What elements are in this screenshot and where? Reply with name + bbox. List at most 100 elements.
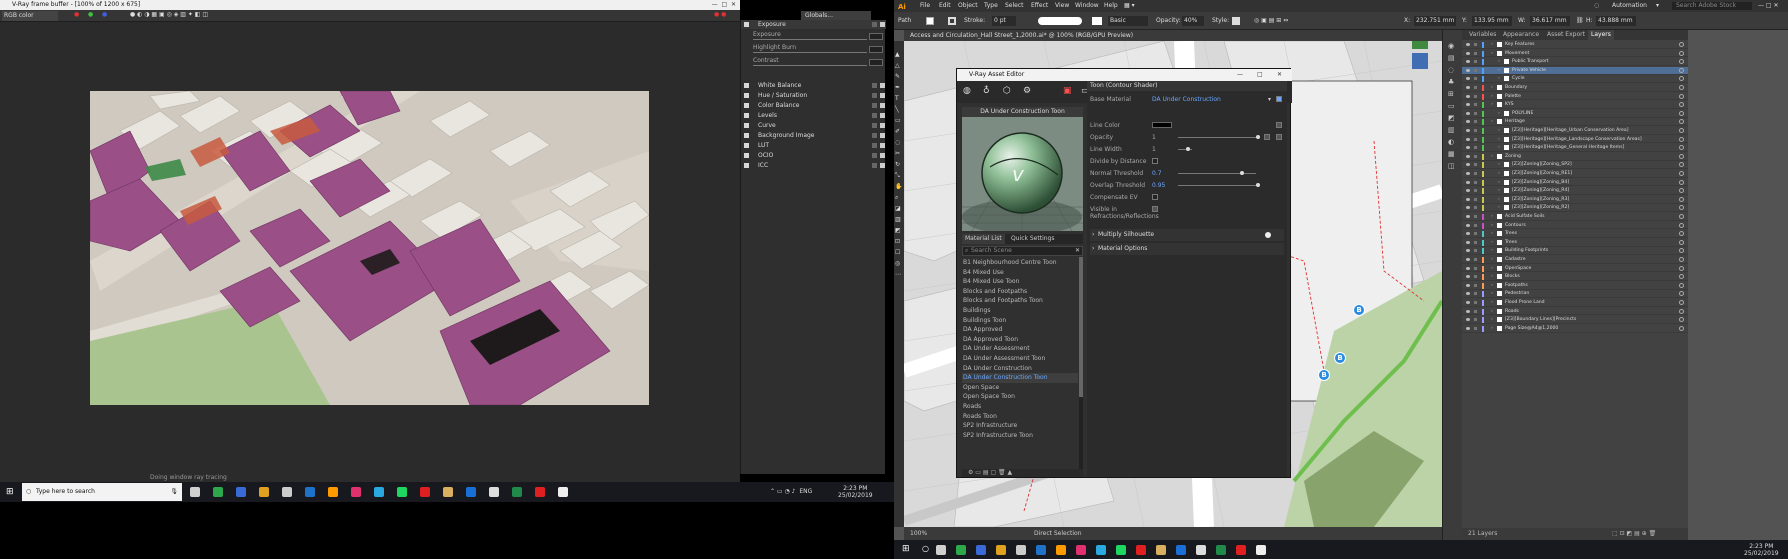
material-list-scrollbar[interactable]	[1079, 257, 1083, 469]
excel-icon[interactable]	[512, 487, 522, 497]
layer-row[interactable]: › Blocks	[1462, 273, 1688, 281]
adobe-stock-search-input[interactable]: Search Adobe Stock	[1672, 2, 1752, 10]
acrobat-icon[interactable]	[1136, 545, 1146, 555]
lock-icon[interactable]	[1474, 172, 1477, 175]
texture-slot-icon[interactable]	[1276, 122, 1282, 128]
visibility-eye-icon[interactable]	[1466, 68, 1470, 72]
taskbar-clock[interactable]: 2:23 PM 25/02/2019	[838, 485, 873, 499]
material-link-icon[interactable]	[1276, 96, 1282, 102]
visibility-eye-icon[interactable]	[1466, 240, 1470, 244]
chevron-right-icon[interactable]: ›	[1498, 144, 1500, 152]
chevron-right-icon[interactable]: ›	[1491, 93, 1493, 101]
lock-icon[interactable]	[1474, 292, 1477, 296]
material-list-item[interactable]: DA Under Construction	[962, 364, 1078, 374]
visibility-eye-icon[interactable]	[1466, 309, 1470, 313]
lock-icon[interactable]	[1474, 326, 1477, 330]
layer-row[interactable]: Color Balance	[741, 101, 886, 110]
chevron-right-icon[interactable]: ›	[1498, 58, 1500, 66]
visibility-eye-icon[interactable]	[1466, 86, 1470, 89]
lock-icon[interactable]	[1474, 232, 1477, 236]
close-tab-icon[interactable]: ✕	[1078, 30, 1083, 41]
layer-row[interactable]: › Private Vehicle	[1462, 66, 1688, 75]
layer-row[interactable]: › Cadastre	[1462, 256, 1688, 264]
lock-icon[interactable]	[1474, 249, 1477, 253]
layer-row[interactable]: › Acid Sulfate Soils	[1462, 213, 1688, 221]
vray-icon[interactable]	[282, 487, 292, 497]
layer-row[interactable]: White Balance	[741, 81, 886, 90]
language-indicator[interactable]: ENG	[799, 488, 812, 495]
bus-stop-marker[interactable]: B	[1334, 352, 1346, 364]
maximize-icon[interactable]: □	[1257, 69, 1263, 81]
lock-icon[interactable]	[1474, 180, 1477, 184]
visibility-eye-icon[interactable]	[1466, 223, 1470, 227]
illustrator-icon[interactable]	[328, 487, 338, 497]
layer-option-icon[interactable]	[872, 83, 877, 88]
layer-row[interactable]: › Pedestrian	[1462, 290, 1688, 299]
visibility-eye-icon[interactable]	[1466, 111, 1470, 115]
visibility-eye-icon[interactable]	[1466, 77, 1470, 81]
windows-start-icon[interactable]: ⊞	[902, 544, 910, 554]
render-stop-icon[interactable]: ● ●	[714, 11, 726, 18]
layer-target-icon[interactable]	[1679, 119, 1684, 125]
line-color-swatch[interactable]	[1152, 122, 1172, 128]
chevron-right-icon[interactable]: ›	[1498, 161, 1500, 169]
layer-target-icon[interactable]	[1679, 205, 1684, 211]
compensate-ev-checkbox[interactable]	[1152, 194, 1158, 200]
lock-icon[interactable]	[1474, 309, 1477, 313]
lock-icon[interactable]	[1474, 120, 1477, 124]
lock-icon[interactable]	[1474, 258, 1477, 261]
layer-target-icon[interactable]	[1679, 110, 1684, 116]
checkbox[interactable]	[744, 83, 749, 88]
x-input[interactable]: 232.751 mm	[1414, 16, 1456, 26]
chevron-down-icon[interactable]: ▾	[1656, 0, 1659, 12]
material-list-item[interactable]: Roads	[962, 402, 1078, 412]
lock-icon[interactable]	[1474, 103, 1477, 107]
layer-target-icon[interactable]	[1679, 102, 1684, 108]
material-list-item[interactable]: Blocks and Footpaths Toon	[962, 296, 1078, 306]
excel-icon[interactable]	[1216, 545, 1226, 555]
layer-row[interactable]: › [Z3][Heritage][Heritage_Landscape Conse…	[1462, 136, 1688, 144]
layer-target-icon[interactable]	[1679, 239, 1684, 245]
brush-icon[interactable]	[1092, 17, 1102, 25]
chevron-right-icon[interactable]: ›	[1498, 67, 1500, 75]
lock-icon[interactable]	[1474, 94, 1477, 98]
layer-target-icon[interactable]	[1679, 196, 1684, 202]
visibility-eye-icon[interactable]	[1466, 146, 1470, 150]
visibility-eye-icon[interactable]	[1466, 266, 1470, 270]
outlook-icon[interactable]	[466, 487, 476, 497]
lightroom-icon[interactable]	[1096, 545, 1106, 555]
layer-target-icon[interactable]	[1679, 85, 1684, 90]
lightbulb-icon[interactable]: ◌	[1594, 0, 1599, 12]
materials-icon[interactable]: ◍	[963, 86, 971, 96]
material-list-item[interactable]: DA Under Assessment	[962, 344, 1078, 354]
lock-icon[interactable]	[1474, 111, 1477, 115]
layer-row[interactable]: › OpenSpace	[1462, 265, 1688, 273]
layer-target-icon[interactable]	[1679, 179, 1684, 185]
layer-menu-icon[interactable]	[880, 153, 885, 158]
acrobat-icon[interactable]	[420, 487, 430, 497]
channel-select[interactable]: RGB color	[2, 11, 58, 21]
line-width-slider-knob[interactable]	[1186, 147, 1190, 151]
panel-icons[interactable]: ◉ ▤ ◌ ♣ ⊞ ▭ ◩ ▥ ◐ ▦ ◫	[1448, 40, 1455, 172]
layer-row[interactable]: › [Z3][Zoning][Zoning_B4]	[1462, 179, 1688, 187]
layer-target-icon[interactable]	[1679, 153, 1684, 159]
chevron-right-icon[interactable]: ›	[1498, 196, 1500, 204]
stroke-swatch[interactable]	[948, 17, 956, 25]
geometry-icon[interactable]: ⬡	[1003, 86, 1011, 96]
toolbar-tools-icon[interactable]: ● ◐ ◑ ▦ ▣ ◎ ◈ ▥ ✦ ◧ ◫	[130, 11, 208, 18]
spotify-icon[interactable]	[397, 487, 407, 497]
link-icon[interactable]: ⛓	[1576, 12, 1584, 30]
layer-target-icon[interactable]	[1679, 222, 1684, 228]
lock-icon[interactable]	[1474, 266, 1477, 270]
layer-target-icon[interactable]	[1679, 317, 1684, 323]
stroke-weight-input[interactable]: 0 pt	[992, 16, 1016, 26]
chevron-down-icon[interactable]: ▾	[1268, 93, 1271, 106]
visibility-eye-icon[interactable]	[1466, 215, 1470, 218]
lock-icon[interactable]	[1474, 51, 1477, 55]
layer-target-icon[interactable]	[1679, 291, 1684, 297]
lock-icon[interactable]	[1474, 197, 1477, 201]
clear-search-icon[interactable]: ✕	[1075, 247, 1080, 255]
autocad-icon[interactable]	[236, 487, 246, 497]
visible-in-refractions-checkbox[interactable]	[1152, 206, 1158, 212]
layer-target-icon[interactable]	[1679, 257, 1684, 262]
